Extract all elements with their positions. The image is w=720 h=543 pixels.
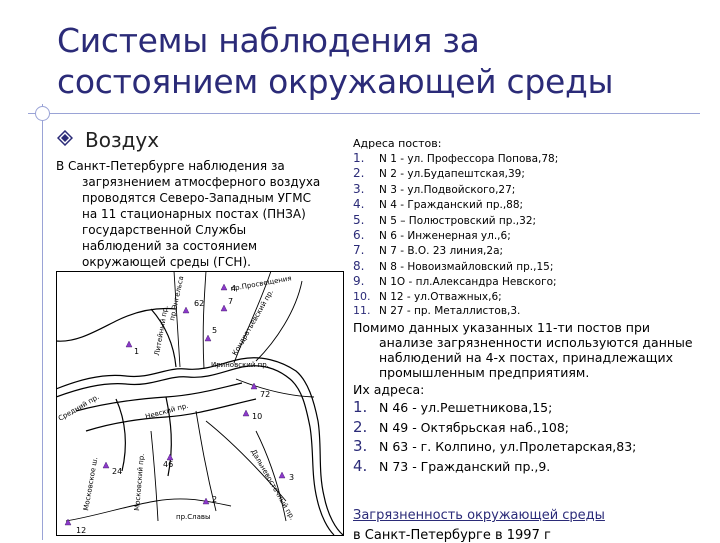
footer-text: в Санкт-Петербурге в 1997 г [353, 528, 551, 543]
subheading-air: Воздух [85, 128, 160, 152]
list-item: 9. N 1О - пл.Александра Невского; [353, 274, 713, 289]
vertical-rule [42, 104, 43, 540]
list-item: 7. N 7 - В.О. 23 линия,2а; [353, 243, 713, 258]
list-item: 5. N 5 – Полюстровский пр.,32; [353, 213, 713, 228]
list-item: 11. N 27 - пр. Металлистов,3. [353, 304, 713, 318]
list-number: 4. [353, 456, 368, 475]
list-item: 1. N 46 - ул.Решетникова,15; [353, 398, 713, 418]
left-paragraph-first-line: В Санкт-Петербурге наблюдения за [56, 159, 285, 173]
list-text: N 7 - В.О. 23 линия,2а; [379, 245, 504, 258]
list-text: N 73 - Гражданский пр.,9. [379, 458, 551, 474]
post-number: 5 [212, 326, 217, 335]
post-number: 1 [134, 347, 139, 356]
list-number: 3. [353, 181, 365, 196]
list-number: 6. [353, 228, 365, 243]
list-item: 2. N 49 - Октябрьская наб.,108; [353, 418, 713, 438]
monitoring-posts-map: пр.Энгельса Литейный пр. пр.Просвещения … [56, 271, 344, 536]
list-number: 7. [353, 243, 365, 258]
pollution-report-link[interactable]: Загрязненность окружающей среды [353, 508, 605, 523]
list-item: 10. N 12 - ул.Отважных,6; [353, 290, 713, 304]
list-number: 4. [353, 197, 365, 212]
list-text: N 27 - пр. Металлистов,3. [379, 305, 521, 318]
street-label: пр.Славы [176, 513, 211, 521]
list-number: 3. [353, 437, 368, 456]
left-paragraph-rest: загрязнением атмосферного воздуха провод… [82, 175, 321, 269]
list-number: 2. [353, 417, 368, 436]
list-number: 10. [353, 289, 371, 303]
list-text: N 1 - ул. Профессора Попова,78; [379, 153, 559, 165]
post-number: 2 [212, 495, 217, 504]
post-number: 72 [260, 390, 270, 399]
posts-heading: Адреса постов: [353, 137, 442, 150]
left-paragraph: В Санкт-Петербурге наблюдения за загрязн… [56, 158, 326, 270]
list-text: N 49 - Октябрьская наб.,108; [379, 419, 570, 435]
list-number: 9. [353, 274, 365, 289]
list-item: 6. N 6 - Инженерная ул.,6; [353, 228, 713, 243]
list-text: N 46 - ул.Решетникова,15; [379, 400, 553, 416]
title-line-2: состоянием окружающей среды [57, 62, 614, 101]
post-number: 46 [163, 460, 173, 469]
post-number: 3 [289, 473, 294, 482]
para2-first-line: Помимо данных указанных 11-ти постов при [353, 320, 651, 336]
title-line-1: Системы наблюдения за [57, 21, 480, 60]
list-item: 3. N 63 - г. Колпино, ул.Пролетарская,83; [353, 437, 713, 457]
slide-title: Системы наблюдения за состоянием окружаю… [57, 20, 677, 102]
post-number: 7 [228, 297, 233, 306]
post-number: 24 [112, 467, 122, 476]
para2-rest: анализе загрязненности используются данн… [379, 335, 693, 381]
additional-posts-paragraph: Помимо данных указанных 11-ти постов при… [353, 320, 713, 380]
rule-crosshair-icon [35, 106, 50, 121]
industrial-list: 1. N 46 - ул.Решетникова,15; 2. N 49 - Окт… [353, 398, 713, 476]
list-text: N 8 - Новоизмайловский пр.,15; [379, 260, 554, 273]
post-number: 12 [76, 526, 86, 535]
post-number: 10 [252, 412, 262, 421]
list-item: 2. N 2 - ул.Будапештская,39; [353, 166, 713, 181]
industrial-heading: Их адреса: [353, 382, 425, 398]
list-text: N 4 - Гражданский пр.,88; [379, 199, 524, 212]
post-number: 62 [194, 299, 204, 308]
list-item: 8. N 8 - Новоизмайловский пр.,15; [353, 259, 713, 274]
list-number: 5. [353, 212, 365, 227]
list-text: N 2 - ул.Будапештская,39; [379, 168, 525, 181]
list-number: 11. [353, 304, 371, 318]
list-text: N 3 - ул.Подвойского,27; [379, 183, 516, 196]
horizontal-rule [28, 113, 700, 114]
list-text: N 5 – Полюстровский пр.,32; [379, 214, 537, 227]
list-item: 4. N 4 - Гражданский пр.,88; [353, 197, 713, 212]
list-item: 4. N 73 - Гражданский пр.,9. [353, 457, 713, 477]
post-number: 4 [231, 284, 236, 293]
diamond-bullet-icon [57, 130, 73, 146]
list-text: N 6 - Инженерная ул.,6; [379, 230, 511, 243]
list-number: 1. [353, 398, 368, 417]
posts-list: 1. N 1 - ул. Профессора Попова,78; 2. N 2 … [353, 151, 713, 318]
list-text: N 12 - ул.Отважных,6; [379, 290, 502, 303]
list-text: N 1О - пл.Александра Невского; [379, 276, 557, 289]
list-number: 2. [353, 166, 365, 181]
list-item: 3. N 3 - ул.Подвойского,27; [353, 182, 713, 197]
list-text: N 63 - г. Колпино, ул.Пролетарская,83; [379, 439, 637, 455]
list-item: 1. N 1 - ул. Профессора Попова,78; [353, 151, 713, 166]
list-number: 8. [353, 258, 365, 273]
list-number: 1. [353, 151, 365, 165]
right-column: Адреса постов: 1. N 1 - ул. Профессора По… [353, 137, 713, 476]
street-label: Ириновский пр. [211, 361, 269, 369]
